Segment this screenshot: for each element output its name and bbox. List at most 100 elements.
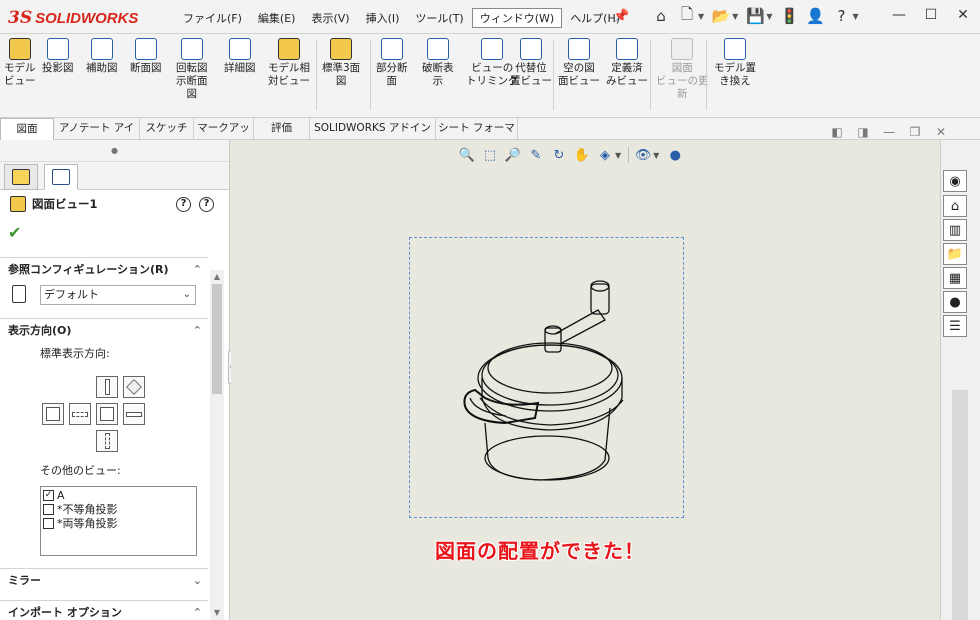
view-bottom-button[interactable] [96,430,118,452]
other-view-item[interactable]: ✓ A [43,488,194,502]
ribbon-button[interactable]: 投影図 [42,38,74,75]
other-view-item[interactable]: *不等角投影 [43,502,194,516]
next-view-icon[interactable]: ◨ [856,125,870,139]
zoom-to-selection-icon[interactable]: 🔎 [504,146,522,164]
chevron-up-icon[interactable]: ⌃ [193,601,202,620]
help-icon[interactable]: ? [199,197,214,212]
minimize-icon[interactable]: — [890,5,908,25]
chevron-up-icon[interactable]: ⌃ [193,258,202,282]
ribbon-button[interactable]: 標準3面 図 [322,38,360,88]
ribbon-button[interactable]: 断面図 [130,38,162,75]
help-icon[interactable]: ? [830,5,852,27]
view-isometric-button[interactable] [123,376,145,398]
command-tab[interactable]: スケッチ [140,118,194,140]
ribbon-button[interactable]: 補助図 [86,38,118,75]
ribbon-button[interactable]: 空の図 面ビュー [558,38,600,88]
section-orientation[interactable]: 表示方向(O) ⌃ [0,318,208,342]
ok-checkmark-icon[interactable]: ✔ [8,223,21,242]
chevron-down-icon[interactable]: ▼ [732,12,738,21]
ribbon-button[interactable]: 部分断 面 [376,38,408,88]
scroll-up-arrow[interactable]: ▲ [210,270,224,284]
view-right-button[interactable] [96,403,118,425]
ribbon-button[interactable]: モデル置 き換え [714,38,756,88]
restore-icon[interactable]: ❐ [908,125,922,139]
view-front-button[interactable] [69,403,91,425]
previous-view-icon[interactable]: ✎ [527,146,545,164]
ribbon-button[interactable]: 破断表 示 [422,38,454,88]
home-icon[interactable]: ⌂ [650,5,672,27]
home-icon[interactable]: ⌂ [943,195,967,217]
scroll-down-arrow[interactable]: ▼ [210,606,224,620]
command-tab[interactable]: アノテート アイテム [54,118,140,155]
chevron-down-icon[interactable]: ▼ [852,12,858,21]
new-document-icon[interactable]: 🗋 [676,5,698,27]
zoom-to-fit-icon[interactable]: 🔍 [458,146,476,164]
tab-property-manager[interactable] [44,164,78,190]
appearances-icon[interactable]: ● [943,291,967,313]
close-icon[interactable]: ✕ [934,125,948,139]
configuration-select[interactable]: デフォルト ⌄ [40,285,196,305]
view-palette-icon[interactable]: ▦ [943,267,967,289]
command-tab[interactable]: 評価 [254,118,310,140]
checkbox[interactable]: ✓ [43,489,54,501]
zoom-to-area-icon[interactable]: ⬚ [481,146,499,164]
chevron-up-icon[interactable]: ⌃ [193,319,202,343]
checkbox[interactable] [43,503,54,515]
solidworks-logo[interactable]: 3S SOLIDWORKS [8,6,138,30]
other-view-item[interactable]: *両等角投影 [43,516,194,530]
panel-scrollbar[interactable]: ▲ ▼ [210,270,224,620]
design-library-icon[interactable]: ▥ [943,219,967,241]
ribbon-button[interactable]: モデル ビュー [4,38,36,88]
ribbon-button[interactable]: 回転図 示断面 図 [176,38,208,101]
scroll-thumb[interactable] [212,284,222,394]
chevron-down-icon[interactable]: ▼ [766,12,772,21]
rebuild-traffic-light-icon[interactable]: 🚦 [778,5,800,27]
section-import-options[interactable]: インポート オプション ⌃ [0,600,208,620]
section-reference-config[interactable]: 参照コンフィギュレーション(R) ⌃ [0,257,208,281]
ribbon-button[interactable]: 定義済 みビュー [606,38,648,88]
previous-view-icon[interactable]: ◧ [830,125,844,139]
menu-window[interactable]: ウィンドウ(W) [471,8,563,28]
save-icon[interactable]: 💾 [744,5,766,27]
checkbox[interactable] [43,517,54,529]
menu-view[interactable]: 表示(V) [303,8,357,28]
view-top-button[interactable] [96,376,118,398]
apply-scene-icon[interactable]: ● [666,146,684,164]
solidworks-resources-icon[interactable]: ◉ [943,170,967,192]
chevron-down-icon[interactable]: ▼ [653,151,659,160]
menu-file[interactable]: ファイル(F) [175,8,250,28]
custom-properties-icon[interactable]: ☰ [943,315,967,337]
rotate-view-icon[interactable]: ↻ [550,146,568,164]
menu-edit[interactable]: 編集(E) [250,8,304,28]
task-pane-scrollbar[interactable] [952,390,968,620]
menu-tools[interactable]: ツール(T) [407,8,471,28]
command-tab[interactable]: マークアップ [194,118,254,155]
chevron-down-icon[interactable]: ⌄ [193,569,202,593]
ribbon-button[interactable]: 詳細図 [224,38,256,75]
close-icon[interactable]: ✕ [954,5,972,25]
view-orientation-icon[interactable]: ◈ [596,146,614,164]
command-tab[interactable]: SOLIDWORKS アドイン [310,118,436,140]
user-icon[interactable]: 👤 [804,5,826,27]
pin-icon[interactable]: 📌 [613,9,629,24]
file-explorer-icon[interactable]: 📁 [943,243,967,265]
section-mirror[interactable]: ミラー ⌄ [0,568,208,592]
open-folder-icon[interactable]: 📂 [710,5,732,27]
minimize-icon[interactable]: — [882,125,896,139]
panel-grip[interactable]: ● [0,140,229,162]
whats-new-help-icon[interactable]: ? [176,197,191,212]
maximize-icon[interactable]: ☐ [922,5,940,25]
ribbon-button[interactable]: 代替位 置ビュー [510,38,552,88]
command-tab[interactable]: シート フォーマット [436,118,518,155]
view-back-button[interactable] [123,403,145,425]
chevron-down-icon[interactable]: ▼ [698,12,704,21]
menu-insert[interactable]: 挿入(I) [358,8,408,28]
view-left-button[interactable] [42,403,64,425]
pan-icon[interactable]: ✋ [573,146,591,164]
command-tab[interactable]: 図面 [0,118,54,140]
drawing-view-boundary[interactable] [409,237,684,518]
hide-show-items-icon[interactable]: 👁 [634,146,652,164]
chevron-down-icon[interactable]: ▼ [615,151,621,160]
ribbon-button[interactable]: モデル相 対ビュー [268,38,310,88]
tab-feature-manager[interactable] [4,164,38,190]
